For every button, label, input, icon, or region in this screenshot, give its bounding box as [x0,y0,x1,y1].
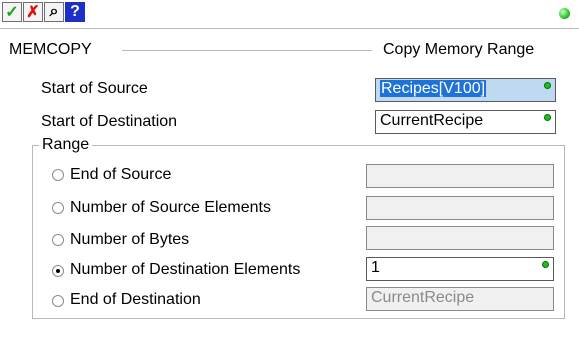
number-of-bytes-field[interactable] [366,226,554,250]
start-of-destination-value: CurrentRecipe [380,112,484,129]
range-group-title: Range [39,135,93,155]
question-icon[interactable]: ? [65,2,85,22]
header-divider [122,50,372,51]
end-of-destination-label[interactable]: End of Destination [70,290,201,310]
radio-end-of-destination[interactable] [52,295,64,307]
valid-indicator-icon [544,114,551,121]
radio-number-of-destination-elements[interactable] [52,265,64,277]
start-of-source-label: Start of Source [41,80,148,97]
tag-browser-icon[interactable]: ⌕ [44,2,64,22]
memcopy-dialog: ✓ ✗ ⌕ ? MEMCOPY Copy Memory Range Start … [0,0,579,339]
toolbar: ✓ ✗ ⌕ ? [2,2,86,24]
instruction-description: Copy Memory Range [383,41,535,58]
end-of-destination-value: CurrentRecipe [371,289,475,306]
start-of-destination-label: Start of Destination [41,113,178,130]
end-of-source-label[interactable]: End of Source [70,165,171,185]
start-of-destination-field[interactable]: CurrentRecipe [375,110,556,134]
number-of-destination-elements-field[interactable]: 1 [366,257,554,281]
end-of-destination-field[interactable]: CurrentRecipe [366,287,554,311]
number-of-bytes-label[interactable]: Number of Bytes [70,230,189,250]
radio-end-of-source[interactable] [52,169,64,181]
number-of-destination-elements-label[interactable]: Number of Destination Elements [70,260,300,280]
start-of-source-field[interactable]: Recipes[V100] [375,78,556,102]
status-led-icon [559,8,570,19]
instruction-name: MEMCOPY [9,41,92,58]
number-of-source-elements-label[interactable]: Number of Source Elements [70,198,271,218]
start-of-source-value: Recipes[V100] [380,80,487,97]
x-icon[interactable]: ✗ [23,2,43,22]
radio-number-of-source-elements[interactable] [52,202,64,214]
number-of-source-elements-field[interactable] [366,196,554,220]
toolbar-divider [0,28,579,29]
check-icon[interactable]: ✓ [2,2,22,22]
valid-indicator-icon [542,261,549,268]
radio-number-of-bytes[interactable] [52,234,64,246]
valid-indicator-icon [544,82,551,89]
number-of-destination-elements-value: 1 [371,259,380,276]
end-of-source-field[interactable] [366,164,554,188]
